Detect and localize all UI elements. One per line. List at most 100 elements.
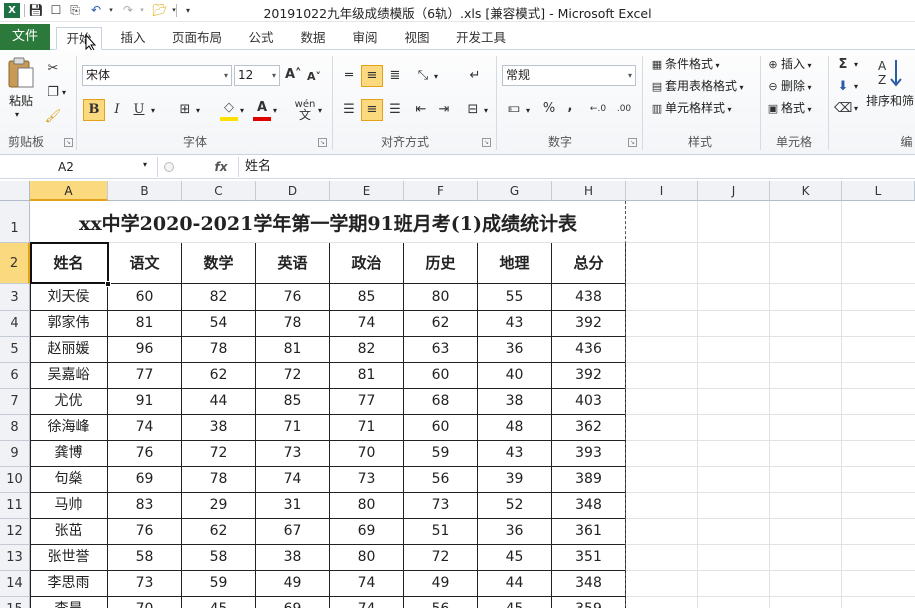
chevron-down-icon[interactable]: ▾ [272, 66, 276, 85]
font-name-combo[interactable]: 宋体 ▾ [82, 65, 232, 86]
table-cell[interactable]: 76 [108, 519, 182, 545]
underline-button[interactable]: U [128, 99, 150, 121]
table-cell[interactable]: 李昊 [30, 597, 108, 608]
table-cell[interactable]: 49 [404, 571, 478, 597]
table-cell[interactable]: 吴嘉峪 [30, 363, 108, 389]
table-cell[interactable]: 76 [108, 441, 182, 467]
copy-icon[interactable]: ❐ [44, 84, 62, 102]
merge-dropdown-icon[interactable]: ▾ [484, 106, 488, 115]
format-painter-icon[interactable]: 🖌︎ [44, 108, 62, 126]
format-cells-button[interactable]: ▣ 格式 ▾ [765, 100, 827, 120]
font-color-dropdown-icon[interactable]: ▾ [273, 106, 277, 115]
row-header-1[interactable]: 1 [0, 201, 30, 243]
table-cell[interactable]: 81 [256, 337, 330, 363]
tab-developer[interactable]: 开发工具 [448, 27, 514, 50]
table-cell[interactable]: 60 [404, 415, 478, 441]
table-cell[interactable]: 63 [404, 337, 478, 363]
table-cell[interactable]: 393 [552, 441, 626, 467]
table-cell[interactable]: 73 [404, 493, 478, 519]
table-cell[interactable]: 45 [478, 597, 552, 608]
table-cell[interactable]: 69 [330, 519, 404, 545]
column-header-g[interactable]: G [478, 181, 552, 201]
header-cell-3[interactable]: 英语 [256, 243, 330, 284]
table-cell[interactable]: 348 [552, 493, 626, 519]
shrink-font-icon[interactable]: A˅ [306, 68, 322, 86]
table-cell[interactable]: 龚博 [30, 441, 108, 467]
table-cell[interactable]: 张茁 [30, 519, 108, 545]
row-header-10[interactable]: 10 [0, 467, 30, 493]
phonetic-guide-icon[interactable]: wén 文 [294, 100, 316, 122]
table-cell[interactable]: 56 [404, 467, 478, 493]
copy-dropdown-icon[interactable]: ▾ [62, 88, 66, 97]
table-cell[interactable]: 29 [182, 493, 256, 519]
table-cell[interactable]: 60 [108, 284, 182, 311]
name-box-dropdown-icon[interactable]: ▾ [143, 160, 147, 169]
insert-cells-button[interactable]: ⊕ 插入 ▾ [765, 56, 827, 76]
table-cell[interactable]: 52 [478, 493, 552, 519]
table-cell[interactable]: 71 [330, 415, 404, 441]
table-cell[interactable]: 40 [478, 363, 552, 389]
phonetic-dropdown-icon[interactable]: ▾ [318, 106, 322, 115]
table-cell[interactable]: 362 [552, 415, 626, 441]
fill-color-icon[interactable]: ◇ [220, 99, 238, 121]
worksheet-grid[interactable]: ABCDEFGHIJKL123456789101112131415xx中学202… [0, 181, 915, 608]
table-cell[interactable]: 361 [552, 519, 626, 545]
fill-color-dropdown-icon[interactable]: ▾ [240, 106, 244, 115]
table-cell[interactable]: 43 [478, 311, 552, 337]
text-orientation-icon[interactable]: ⤡ [412, 65, 434, 87]
table-cell[interactable]: 54 [182, 311, 256, 337]
table-cell[interactable]: 58 [182, 545, 256, 571]
font-color-icon[interactable]: A [253, 99, 271, 121]
table-cell[interactable]: 80 [330, 493, 404, 519]
paste-button-label[interactable]: 粘贴 [6, 93, 36, 109]
row-header-11[interactable]: 11 [0, 493, 30, 519]
table-cell[interactable]: 张世誉 [30, 545, 108, 571]
borders-dropdown-icon[interactable]: ▾ [196, 106, 200, 115]
table-cell[interactable]: 81 [108, 311, 182, 337]
align-left-icon[interactable]: ☰ [338, 99, 360, 121]
chevron-down-icon[interactable]: ▾ [628, 66, 632, 85]
align-bottom-icon[interactable]: ≣ [384, 65, 406, 87]
table-cell[interactable]: 82 [330, 337, 404, 363]
table-cell[interactable]: 76 [256, 284, 330, 311]
tab-view[interactable]: 视图 [394, 27, 440, 50]
header-cell-6[interactable]: 地理 [478, 243, 552, 284]
column-header-e[interactable]: E [330, 181, 404, 201]
orientation-dropdown-icon[interactable]: ▾ [434, 72, 438, 81]
table-cell[interactable]: 44 [182, 389, 256, 415]
row-header-12[interactable]: 12 [0, 519, 30, 545]
table-cell[interactable]: 77 [330, 389, 404, 415]
table-cell[interactable]: 403 [552, 389, 626, 415]
table-cell[interactable]: 徐海峰 [30, 415, 108, 441]
align-middle-icon[interactable]: ≡ [361, 65, 383, 87]
table-cell[interactable]: 78 [182, 467, 256, 493]
table-cell[interactable]: 73 [330, 467, 404, 493]
increase-indent-icon[interactable]: ⇥ [433, 99, 455, 121]
conditional-formatting-button[interactable]: ▦ 条件格式 ▾ [649, 56, 757, 76]
align-top-icon[interactable]: ═ [338, 65, 360, 87]
column-header-h[interactable]: H [552, 181, 626, 201]
row-header-7[interactable]: 7 [0, 389, 30, 415]
align-center-icon[interactable]: ≡ [361, 99, 383, 121]
table-cell[interactable]: 72 [404, 545, 478, 571]
table-cell[interactable]: 74 [330, 571, 404, 597]
number-launcher-icon[interactable]: ↘ [628, 138, 637, 147]
tab-file[interactable]: 文件 [0, 24, 50, 50]
row-header-9[interactable]: 9 [0, 441, 30, 467]
row-header-3[interactable]: 3 [0, 284, 30, 311]
table-cell[interactable]: 74 [330, 311, 404, 337]
redo-dropdown-icon[interactable]: ▾ [134, 3, 150, 18]
row-header-4[interactable]: 4 [0, 311, 30, 337]
borders-icon[interactable]: ⊞ [176, 101, 194, 119]
sort-filter-label[interactable]: 排序和筛 [866, 93, 915, 109]
row-header-8[interactable]: 8 [0, 415, 30, 441]
cell-styles-button[interactable]: ▥ 单元格样式 ▾ [649, 100, 757, 120]
table-cell[interactable]: 74 [330, 597, 404, 608]
tab-data[interactable]: 数据 [290, 27, 336, 50]
fill-dropdown-icon[interactable]: ▾ [854, 82, 858, 91]
formula-bar-resize-handle[interactable] [157, 157, 207, 177]
table-cell[interactable]: 85 [330, 284, 404, 311]
header-cell-5[interactable]: 历史 [404, 243, 478, 284]
table-cell[interactable]: 78 [182, 337, 256, 363]
table-cell[interactable]: 82 [182, 284, 256, 311]
